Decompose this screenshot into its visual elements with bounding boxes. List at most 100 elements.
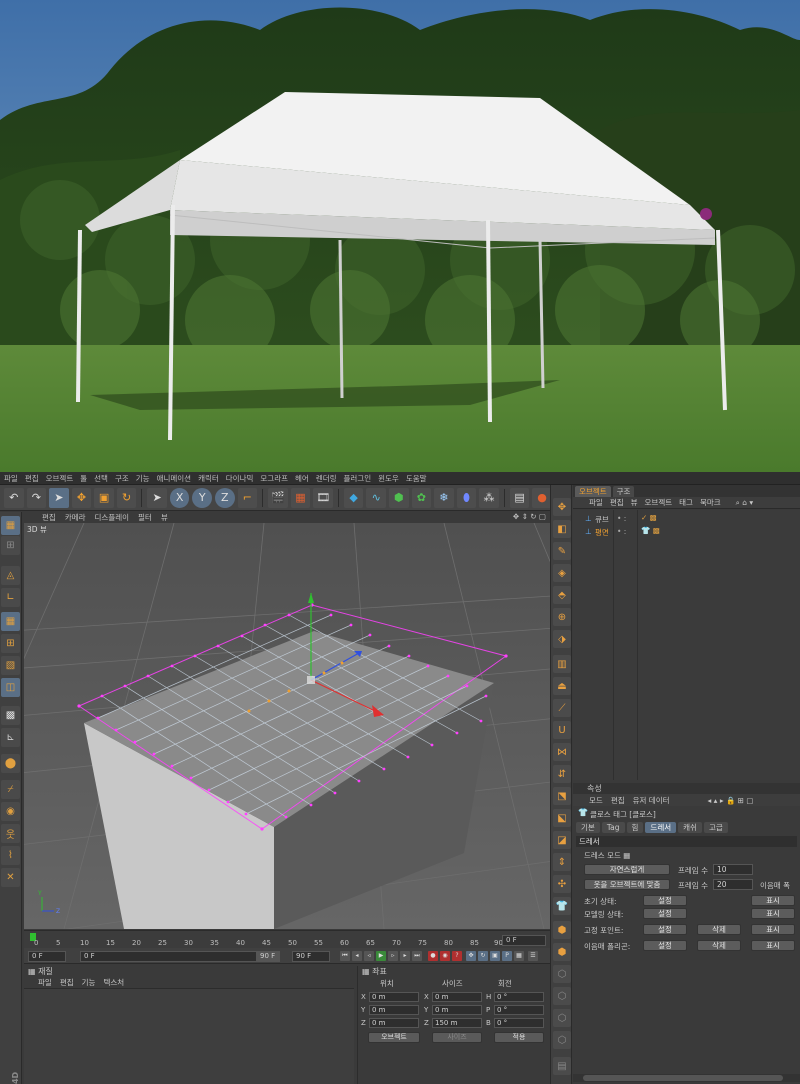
cube-prim-icon[interactable]: ⬢	[553, 921, 571, 939]
size-z-field[interactable]: 150 m	[432, 1018, 482, 1028]
menu-mograph[interactable]: 모그라프	[260, 473, 288, 484]
pos-z-field[interactable]: 0 m	[369, 1018, 419, 1028]
deformer-icon[interactable]: ❄	[434, 487, 454, 508]
am-nav-icons[interactable]: ◂ ▴ ▸ 🔒 ⊞ ▢	[708, 796, 754, 805]
visibility-dots-icon[interactable]: • :	[617, 527, 626, 536]
menu-dynamics[interactable]: 다이나믹	[226, 473, 254, 484]
object-name[interactable]: 평면	[595, 527, 609, 538]
figure-icon[interactable]: 웃	[1, 824, 20, 843]
live-select-icon[interactable]: ➤	[49, 487, 69, 508]
joint-icon[interactable]: ◉	[1, 802, 20, 821]
fit-frames-field[interactable]: 20	[713, 879, 753, 890]
tab-cache[interactable]: 캐쉬	[678, 822, 702, 833]
am-menu-userdata[interactable]: 유저 데이터	[633, 795, 670, 806]
bend-icon[interactable]: ◧	[553, 520, 571, 538]
menu-help[interactable]: 도움말	[406, 473, 427, 484]
play-icon[interactable]: ▶	[376, 951, 386, 961]
dressed-state-show-button[interactable]: 표시	[751, 908, 795, 919]
vp-menu-filter[interactable]: 필터	[138, 512, 152, 523]
menu-file[interactable]: 파일	[4, 473, 18, 484]
size-x-field[interactable]: 0 m	[432, 992, 482, 1002]
environment-icon[interactable]: ⬮	[456, 487, 477, 508]
cloth-sim-icon[interactable]: ⬡	[553, 1009, 571, 1027]
end-frame-field[interactable]: 90 F	[292, 951, 330, 962]
vp-menu-edit[interactable]: 편집	[42, 512, 56, 523]
rotate-icon[interactable]: ↻	[116, 487, 137, 508]
viewport-nav-icons[interactable]: ✥ ⇕ ↻ ▢	[513, 512, 546, 521]
object-list[interactable]: ⊥ 큐브 • : ✓ ▩ ⊥ 평면 • : 👕 ▩	[573, 510, 800, 780]
fix-points-set-button[interactable]: 설정	[643, 924, 687, 935]
visibility-dots-icon[interactable]: • :	[617, 514, 626, 523]
menu-plugins[interactable]: 플러그인	[344, 473, 372, 484]
z-axis-icon[interactable]: Z	[215, 487, 235, 508]
cube-icon[interactable]: ◆	[343, 487, 364, 508]
nurbs-icon[interactable]: ⬢	[388, 487, 409, 508]
layout-icon[interactable]: ✥	[553, 498, 571, 516]
rot-p-field[interactable]: 0 °	[494, 1005, 544, 1015]
am-menu-edit[interactable]: 편집	[611, 795, 625, 806]
object-row-cube[interactable]: ⊥ 큐브 • : ✓ ▩	[573, 513, 800, 525]
size-mode-dropdown[interactable]: 사이즈	[432, 1032, 482, 1043]
preview-range-slider[interactable]: 0 F	[80, 951, 280, 962]
object-mode-icon[interactable]: ◬	[1, 566, 20, 585]
tab-structure[interactable]: 구조	[612, 486, 635, 497]
bulge-icon[interactable]: ⊕	[553, 608, 571, 626]
mat-menu-function[interactable]: 기능	[82, 977, 96, 988]
matrix-extrude-icon[interactable]: ⇕	[553, 853, 571, 871]
edges-mode-icon[interactable]: ▧	[1, 656, 20, 675]
seam-polygons-set-button[interactable]: 설정	[643, 940, 687, 951]
weld-icon[interactable]: ⇵	[553, 765, 571, 783]
autokey-icon[interactable]: ◉	[440, 951, 450, 961]
coord-system-icon[interactable]: ⌐	[237, 487, 258, 508]
cloth-collider-icon[interactable]: ⬢	[553, 943, 571, 961]
taper-icon[interactable]: ✎	[553, 542, 571, 560]
menu-edit[interactable]: 편집	[25, 473, 39, 484]
seam-polygons-show-button[interactable]: 표시	[751, 940, 795, 951]
coord-mode-dropdown[interactable]: 오브젝트	[368, 1032, 420, 1043]
extrude-icon[interactable]: ⬔	[553, 787, 571, 805]
menu-structure[interactable]: 구조	[115, 473, 129, 484]
polygons-mode-icon[interactable]: ◫	[1, 678, 20, 697]
tag-icons[interactable]: ✓ ▩	[641, 513, 657, 522]
size-y-field[interactable]: 0 m	[432, 1005, 482, 1015]
mat-menu-edit[interactable]: 편집	[60, 977, 74, 988]
tab-tag[interactable]: Tag	[601, 822, 625, 833]
enable-axis-icon[interactable]: ▩	[1, 706, 20, 725]
pos-x-field[interactable]: 0 m	[369, 992, 419, 1002]
camera-icon[interactable]: ▤	[509, 487, 530, 508]
knife-icon[interactable]: ▥	[553, 655, 571, 673]
brush-icon[interactable]: ⟋	[553, 699, 571, 717]
x-axis-icon[interactable]: X	[169, 487, 190, 508]
timeline-ruler[interactable]: 0 5 10 15 20 25 30 35 40 45 50 55 60 65 …	[24, 930, 550, 948]
scale-icon[interactable]: ▣	[94, 487, 114, 508]
goto-end-icon[interactable]: ⏭	[412, 951, 422, 961]
tab-advanced[interactable]: 고급	[703, 822, 728, 833]
om-menu-tags[interactable]: 태그	[679, 497, 693, 508]
y-axis-icon[interactable]: Y	[192, 487, 213, 508]
workplane-icon[interactable]: ▦	[1, 612, 20, 631]
key-param-icon[interactable]: P	[502, 951, 512, 961]
menu-object[interactable]: 오브젝트	[46, 473, 74, 484]
cloth-nurbs-icon[interactable]: ⬡	[553, 1031, 571, 1049]
next-key-icon[interactable]: ▸	[400, 951, 410, 961]
rot-b-field[interactable]: 0 °	[494, 1018, 544, 1028]
shear-icon[interactable]: ⬘	[553, 586, 571, 604]
goto-start-icon[interactable]: ⏮	[340, 951, 350, 961]
object-row-plane[interactable]: ⊥ 평면 • : 👕 ▩	[573, 526, 800, 538]
vp-menu-camera[interactable]: 카메라	[65, 512, 86, 523]
menu-select[interactable]: 선택	[94, 473, 108, 484]
material-list-area[interactable]	[24, 989, 354, 1084]
object-name[interactable]: 큐브	[595, 514, 609, 525]
fix-points-delete-button[interactable]: 삭제	[697, 924, 741, 935]
light-icon[interactable]: ●	[532, 487, 552, 508]
cloth-surface-icon[interactable]: ⬡	[553, 987, 571, 1005]
scene-icon[interactable]: ⁂	[479, 487, 499, 508]
snap-icon[interactable]: ⌿	[1, 780, 20, 799]
key-pla-icon[interactable]: ▦	[514, 951, 524, 961]
relax-frames-field[interactable]: 10	[713, 864, 753, 875]
fit-cloth-button[interactable]: 옷을 오브젝트에 맞춤	[584, 879, 670, 890]
cloth-belt-icon[interactable]: ⬡	[553, 965, 571, 983]
redo-icon[interactable]: ↷	[26, 487, 47, 508]
menu-functions[interactable]: 기능	[136, 473, 150, 484]
smooth-shift-icon[interactable]: ✣	[553, 875, 571, 893]
